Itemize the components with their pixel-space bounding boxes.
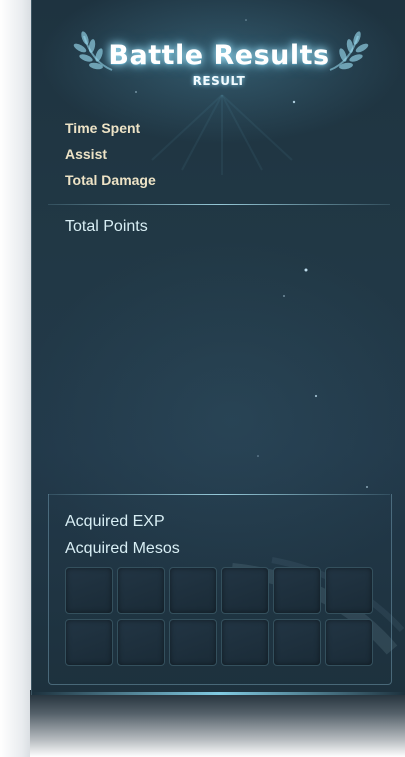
reward-item-slot[interactable]: [273, 619, 321, 666]
window-subtitle: RESULT: [192, 74, 246, 88]
reward-item-slot[interactable]: [273, 567, 321, 614]
acquired-exp-label: Acquired EXP: [65, 513, 165, 530]
total-points-label: Total Points: [65, 218, 148, 235]
reward-item-slot[interactable]: [325, 567, 373, 614]
reward-item-slot[interactable]: [117, 619, 165, 666]
reward-item-slot[interactable]: [117, 567, 165, 614]
reward-item-slot[interactable]: [65, 567, 113, 614]
window-shadow-bottom: [30, 690, 405, 757]
reward-item-slot[interactable]: [65, 619, 113, 666]
reward-item-slot[interactable]: [221, 567, 269, 614]
stats-divider: [48, 204, 390, 205]
reward-item-slot[interactable]: [221, 619, 269, 666]
reward-item-slot[interactable]: [169, 567, 217, 614]
reward-item-slot[interactable]: [169, 619, 217, 666]
window-title: Battle Results: [108, 40, 330, 71]
stat-time-spent-label: Time Spent: [65, 120, 141, 136]
reward-item-slot[interactable]: [325, 619, 373, 666]
stat-total-damage-label: Total Damage: [65, 172, 156, 188]
acquired-mesos-label: Acquired Mesos: [65, 540, 180, 557]
battle-results-window: Battle Results RESULT Time Spent Assist …: [31, 0, 405, 695]
reward-item-grid: [65, 567, 375, 667]
stat-assist-label: Assist: [65, 146, 108, 162]
